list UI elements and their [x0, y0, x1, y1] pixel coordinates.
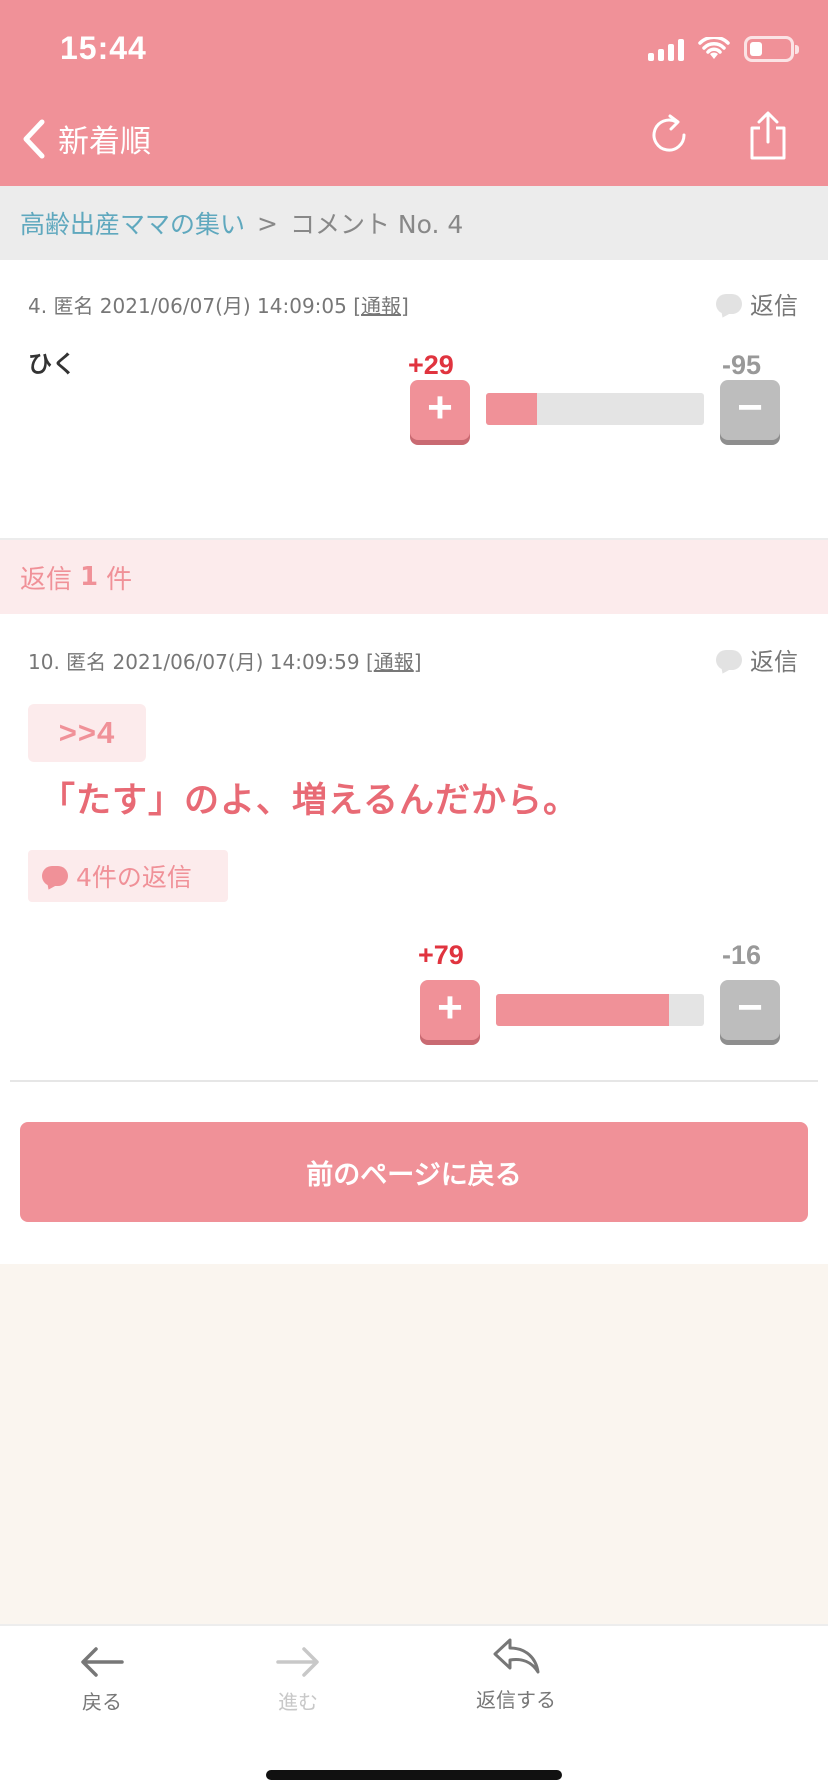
plus-vote-button[interactable]: + [410, 380, 470, 440]
minus-icon: − [737, 383, 763, 432]
toolbar-reply-label: 返信する [476, 1688, 556, 1712]
reply-arrow-icon [493, 1638, 540, 1674]
minus-count: -16 [722, 940, 762, 970]
bottom-toolbar: 戻る 進む 返信する [0, 1624, 828, 1792]
minus-count: -95 [722, 350, 762, 380]
reply-button[interactable]: 返信 [716, 642, 798, 677]
plus-vote-button[interactable]: + [420, 980, 480, 1040]
breadcrumb: 高齢出産ママの集い > コメント No. 4 [0, 186, 828, 260]
vote-ratio-fill [496, 994, 670, 1026]
status-icons [648, 36, 799, 62]
comment-meta-suffix: ] [401, 294, 409, 318]
wifi-icon [698, 37, 730, 59]
comment-meta: 10. 匿名 2021/06/07(月) 14:09:59 [通報] [28, 646, 422, 675]
toolbar-forward-label: 進む [278, 1690, 318, 1714]
comment-meta-text: 4. 匿名 2021/06/07(月) 14:09:05 [ [28, 294, 362, 318]
arrow-left-icon [81, 1647, 124, 1677]
comment-meta-text: 10. 匿名 2021/06/07(月) 14:09:59 [ [28, 650, 374, 674]
status-time: 15:44 [60, 30, 147, 66]
comment-meta-suffix: ] [413, 650, 422, 674]
reply-count-button[interactable]: 4件の返信 [28, 850, 228, 902]
reply-label: 返信 [750, 292, 798, 320]
toolbar-forward-button[interactable]: 進む [238, 1646, 358, 1715]
toolbar-back-label: 戻る [82, 1690, 122, 1714]
back-label: 新着順 [58, 124, 151, 160]
report-link[interactable]: 通報 [361, 294, 401, 318]
signal-icon [648, 37, 684, 61]
breadcrumb-link-board[interactable]: 高齢出産ママの集い [20, 205, 245, 241]
share-icon[interactable] [744, 110, 792, 162]
minus-vote-button[interactable]: − [720, 980, 780, 1040]
home-indicator [266, 1770, 562, 1780]
breadcrumb-separator: > [257, 208, 278, 238]
comment-main: 4. 匿名 2021/06/07(月) 14:09:05 [通報] 返信 ひく … [0, 260, 828, 540]
comment-body: ひく [28, 350, 76, 378]
breadcrumb-current: コメント No. 4 [289, 210, 464, 239]
replies-count: 1 [80, 562, 99, 592]
speech-bubble-icon [716, 293, 742, 314]
app-header: 15:44 新着順 [0, 0, 828, 186]
reply-button[interactable]: 返信 [716, 286, 798, 321]
comment-meta: 4. 匿名 2021/06/07(月) 14:09:05 [通報] [28, 290, 409, 319]
vote-ratio-bar [486, 393, 704, 425]
back-button[interactable]: 新着順 [22, 116, 151, 161]
battery-icon [744, 36, 799, 62]
minus-vote-button[interactable]: − [720, 380, 780, 440]
reply-count-label: 4件の返信 [76, 863, 192, 892]
report-link[interactable]: 通報 [374, 650, 414, 674]
divider [10, 1080, 818, 1082]
plus-icon: + [427, 383, 453, 432]
refresh-icon[interactable] [646, 112, 692, 158]
reply-label: 返信 [750, 648, 798, 676]
comment-reply: 10. 匿名 2021/06/07(月) 14:09:59 [通報] 返信 >>… [0, 614, 828, 1264]
replies-header: 返信 1 件 [0, 540, 828, 614]
speech-bubble-icon [42, 866, 68, 886]
plus-icon: + [437, 983, 463, 1032]
plus-count: +79 [418, 940, 464, 970]
arrow-right-icon [276, 1647, 319, 1677]
replies-header-suffix: 件 [106, 564, 133, 595]
speech-bubble-icon [716, 649, 742, 670]
anchor-link[interactable]: >>4 [28, 704, 146, 762]
toolbar-back-button[interactable]: 戻る [42, 1646, 162, 1715]
chevron-left-icon [23, 119, 45, 158]
replies-header-prefix: 返信 [20, 564, 73, 595]
minus-icon: − [737, 983, 763, 1032]
toolbar-reply-button[interactable]: 返信する [456, 1636, 576, 1713]
back-to-previous-page-button[interactable]: 前のページに戻る [20, 1122, 808, 1222]
comment-body: 「たす」のよ、増えるんだから。 [40, 781, 579, 821]
plus-count: +29 [408, 350, 454, 380]
vote-ratio-bar [496, 994, 704, 1026]
vote-ratio-fill [486, 393, 537, 425]
